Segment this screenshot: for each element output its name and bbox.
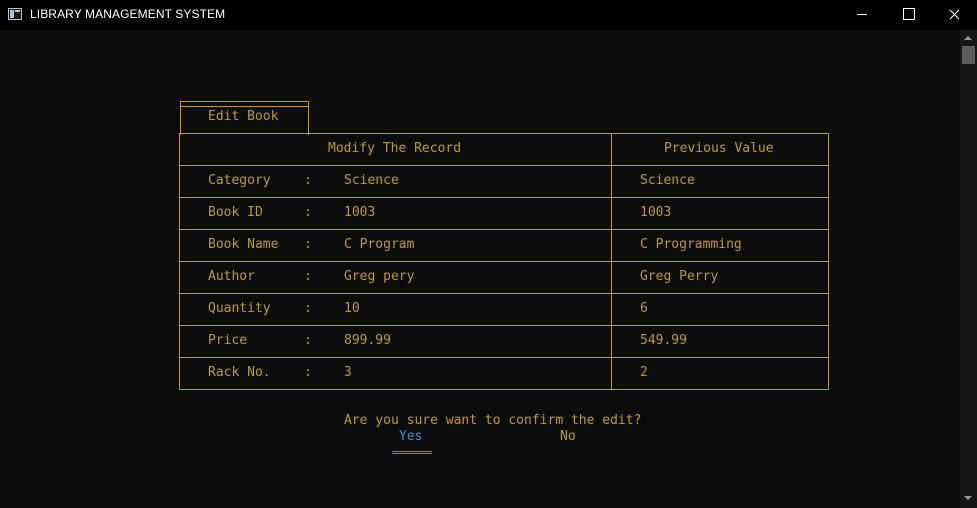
console-app-icon: [8, 8, 22, 20]
new-value[interactable]: 10: [344, 301, 360, 317]
field-label: Price: [208, 333, 248, 348]
field-separator: :: [304, 301, 312, 316]
previous-value: C Programming: [640, 237, 742, 252]
field-label: Book Name: [208, 237, 279, 252]
previous-value: 6: [640, 301, 648, 316]
field-separator: :: [304, 269, 312, 284]
previous-value: 549.99: [640, 333, 687, 348]
scroll-up-arrow-icon[interactable]: [964, 36, 972, 40]
new-value[interactable]: C Program: [344, 237, 414, 253]
close-button[interactable]: [931, 0, 977, 30]
console-area: Edit Book Modify The Record Previous Val…: [0, 30, 960, 508]
yes-option[interactable]: Yes: [399, 429, 422, 445]
previous-value: 1003: [640, 205, 672, 220]
title-bar: LIBRARY MANAGEMENT SYSTEM: [0, 0, 977, 30]
tab-label: Edit Book: [208, 109, 279, 124]
maximize-button[interactable]: [885, 0, 931, 30]
selection-underline: [392, 453, 432, 454]
field-separator: :: [304, 173, 312, 188]
selection-underline: [392, 451, 432, 452]
new-value[interactable]: 3: [344, 365, 352, 381]
field-separator: :: [304, 333, 312, 348]
field-separator: :: [304, 205, 312, 220]
previous-value: 2: [640, 365, 648, 380]
new-value[interactable]: Science: [344, 173, 399, 189]
field-label: Book ID: [208, 205, 263, 220]
scroll-down-arrow-icon[interactable]: [964, 496, 972, 500]
field-separator: :: [304, 365, 312, 380]
scroll-thumb[interactable]: [962, 46, 975, 64]
field-label: Rack No.: [208, 365, 271, 380]
field-label: Author: [208, 269, 255, 284]
minimize-button[interactable]: [839, 0, 885, 30]
previous-value-header: Previous Value: [664, 141, 774, 156]
modify-record-header: Modify The Record: [328, 141, 462, 156]
field-label: Quantity: [208, 301, 271, 316]
field-separator: :: [304, 237, 312, 252]
new-value[interactable]: Greg pery: [344, 269, 414, 285]
edit-record-table: Modify The Record Previous Value Categor…: [179, 133, 829, 390]
vertical-scrollbar[interactable]: [960, 30, 977, 508]
confirm-prompt: Are you sure want to confirm the edit?: [344, 413, 642, 428]
no-option[interactable]: No: [560, 429, 576, 445]
previous-value: Greg Perry: [640, 269, 719, 284]
new-value[interactable]: 1003: [344, 205, 375, 221]
previous-value: Science: [640, 173, 695, 188]
field-label: Category: [208, 173, 271, 188]
new-value[interactable]: 899.99: [344, 333, 391, 349]
window-title: LIBRARY MANAGEMENT SYSTEM: [30, 7, 226, 21]
